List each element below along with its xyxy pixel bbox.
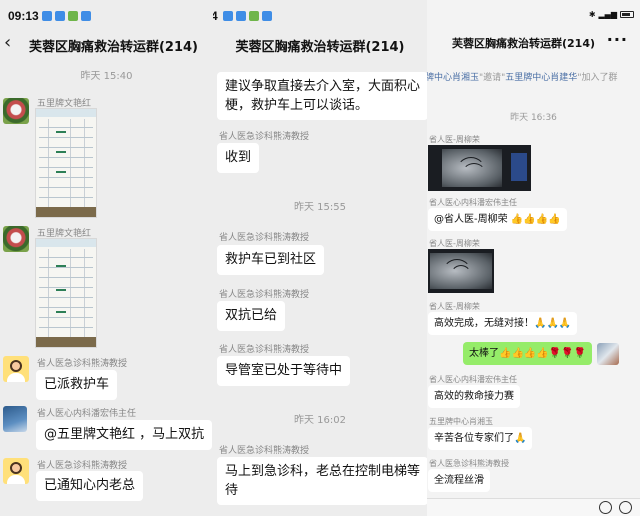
message-line: 建议争取直接去介入室，大面积心 (225, 79, 421, 94)
app-notification-icon (249, 11, 259, 21)
sender-name: 省人医急诊科熊涛教授 (37, 461, 128, 471)
message-bubble[interactable]: 导管室已处于等待中 (217, 356, 351, 386)
sender-name: 省人医心内科潘宏伟主任 (429, 198, 517, 207)
status-time: 09:13 (8, 9, 39, 23)
sender-name: 省人医急诊科熊涛教授 (37, 359, 128, 369)
app-notification-icon (81, 11, 91, 21)
sender-name: 省人医急诊科熊涛教授 (219, 345, 310, 355)
chat-title: 芙蓉区胸痛救治转运群(214) (235, 40, 405, 55)
more-icon[interactable]: ··· (607, 30, 628, 49)
sender-name: 省人医急诊科熊涛教授 (219, 290, 310, 300)
notice-user[interactable]: 五里牌中心肖建华 (505, 73, 577, 83)
message-bubble[interactable]: 已派救护车 (36, 370, 118, 400)
sender-name: 省人医急诊科熊涛教授 (219, 233, 310, 243)
avatar[interactable] (3, 356, 29, 382)
my-message-bubble[interactable]: 太棒了👍👍👍👍🌹🌹🌹 (463, 342, 593, 365)
chat-header: 芙蓉区胸痛救治转运群(214) (213, 30, 427, 58)
sender-name: 省人医急诊科熊涛教授 (429, 459, 509, 468)
message-bubble[interactable]: 高效的救命接力赛 (428, 385, 520, 408)
signal-icon: ▂▄▆ (598, 10, 617, 19)
chat-panel-3: ✱ ▂▄▆ 芙蓉区胸痛救治转运群(214) ··· 牌中心肖湘玉"邀请"五里牌中… (427, 0, 640, 516)
timestamp: 昨天 15:55 (294, 202, 346, 213)
bluetooth-icon: ✱ (588, 10, 596, 19)
app-notification-icon (223, 11, 233, 21)
status-bar: 09:13 (0, 0, 213, 30)
my-avatar[interactable] (597, 343, 619, 365)
app-notification-icon (42, 11, 52, 21)
battery-icon (620, 11, 634, 18)
emoji-icon[interactable] (599, 501, 612, 514)
sender-name: 省人医急诊科熊涛教授 (219, 132, 310, 142)
timestamp: 昨天 15:40 (80, 71, 133, 82)
app-notification-icon (236, 11, 246, 21)
chat-panel-1: 09:13 ‹ 芙蓉区胸痛救治转运群(214) 昨天 15:40 五里牌文艳红 … (0, 0, 213, 516)
timestamp: 昨天 16:02 (294, 415, 346, 426)
message-bubble[interactable]: 收到 (217, 143, 260, 173)
message-bubble[interactable]: 全流程丝滑 (428, 469, 490, 492)
status-bar: ✱ ▂▄▆ (427, 0, 640, 30)
message-bubble[interactable]: 救护车已到社区 (217, 245, 325, 275)
sender-name: 省人医急诊科熊涛教授 (219, 446, 310, 456)
sender-name: 省人医-周柳荣 (429, 239, 480, 248)
avatar[interactable] (3, 458, 29, 484)
notification-icons (42, 11, 91, 21)
chat-panel-2: 4 芙蓉区胸痛救治转运群(214) 建议争取直接去介入室，大面积心 梗，救护车上… (213, 0, 427, 516)
message-bubble[interactable]: 建议争取直接去介入室，大面积心 梗，救护车上可以谈话。 (217, 72, 427, 120)
chat-title: 芙蓉区胸痛救治转运群(214) (28, 40, 199, 55)
notification-icons (223, 11, 272, 21)
avatar[interactable] (3, 98, 29, 124)
app-notification-icon (68, 11, 78, 21)
image-message[interactable] (428, 145, 531, 191)
message-bubble[interactable]: 辛苦各位专家们了🙏 (428, 427, 533, 450)
image-message[interactable] (35, 238, 97, 348)
message-bubble[interactable]: 马上到急诊科，老总在控制电梯等 待 (217, 457, 427, 505)
message-line: 马上到急诊科，老总在控制电梯等 (225, 464, 421, 479)
sender-name: 省人医心内科潘宏伟主任 (429, 375, 517, 384)
image-message[interactable] (35, 108, 97, 218)
app-notification-icon (55, 11, 65, 21)
message-line: 梗，救护车上可以谈话。 (225, 98, 369, 113)
input-toolbar (427, 498, 640, 516)
message-bubble[interactable]: @五里牌文艳红 ，马上双抗 (36, 420, 213, 450)
notice-text: "邀请" (479, 73, 506, 83)
chat-header: 芙蓉区胸痛救治转运群(214) ··· (427, 30, 640, 58)
timestamp: 昨天 16:36 (510, 113, 557, 123)
sender-name: 省人医-周柳荣 (429, 135, 480, 144)
app-notification-icon (262, 11, 272, 21)
notice-user[interactable]: 牌中心肖湘玉 (427, 73, 479, 83)
avatar[interactable] (3, 226, 29, 252)
message-bubble[interactable]: 高效完成，无缝对接！🙏🙏🙏 (428, 312, 578, 335)
system-notice: 牌中心肖湘玉"邀请"五里牌中心肖建华"加入了群 (427, 70, 640, 83)
message-bubble[interactable]: @省人医-周柳荣 👍👍👍👍 (428, 208, 567, 231)
message-bubble[interactable]: 双抗已给 (217, 301, 286, 331)
message-bubble[interactable]: 已通知心内老总 (36, 471, 144, 501)
sender-name: 省人医-周柳荣 (429, 302, 480, 311)
sender-name: 五里牌中心肖湘玉 (429, 417, 493, 426)
status-time: 4 (213, 9, 218, 23)
sender-name: 省人医心内科潘宏伟主任 (37, 409, 137, 419)
image-message[interactable] (428, 249, 494, 293)
message-line: 待 (225, 483, 239, 498)
back-arrow-icon[interactable]: ‹ (4, 32, 11, 53)
status-bar: 4 (213, 0, 427, 30)
plus-icon[interactable] (619, 501, 632, 514)
notice-text: "加入了群 (577, 73, 618, 83)
chat-header: ‹ 芙蓉区胸痛救治转运群(214) (0, 30, 213, 58)
avatar[interactable] (3, 406, 27, 432)
system-status-icons: ✱ ▂▄▆ (589, 10, 634, 19)
